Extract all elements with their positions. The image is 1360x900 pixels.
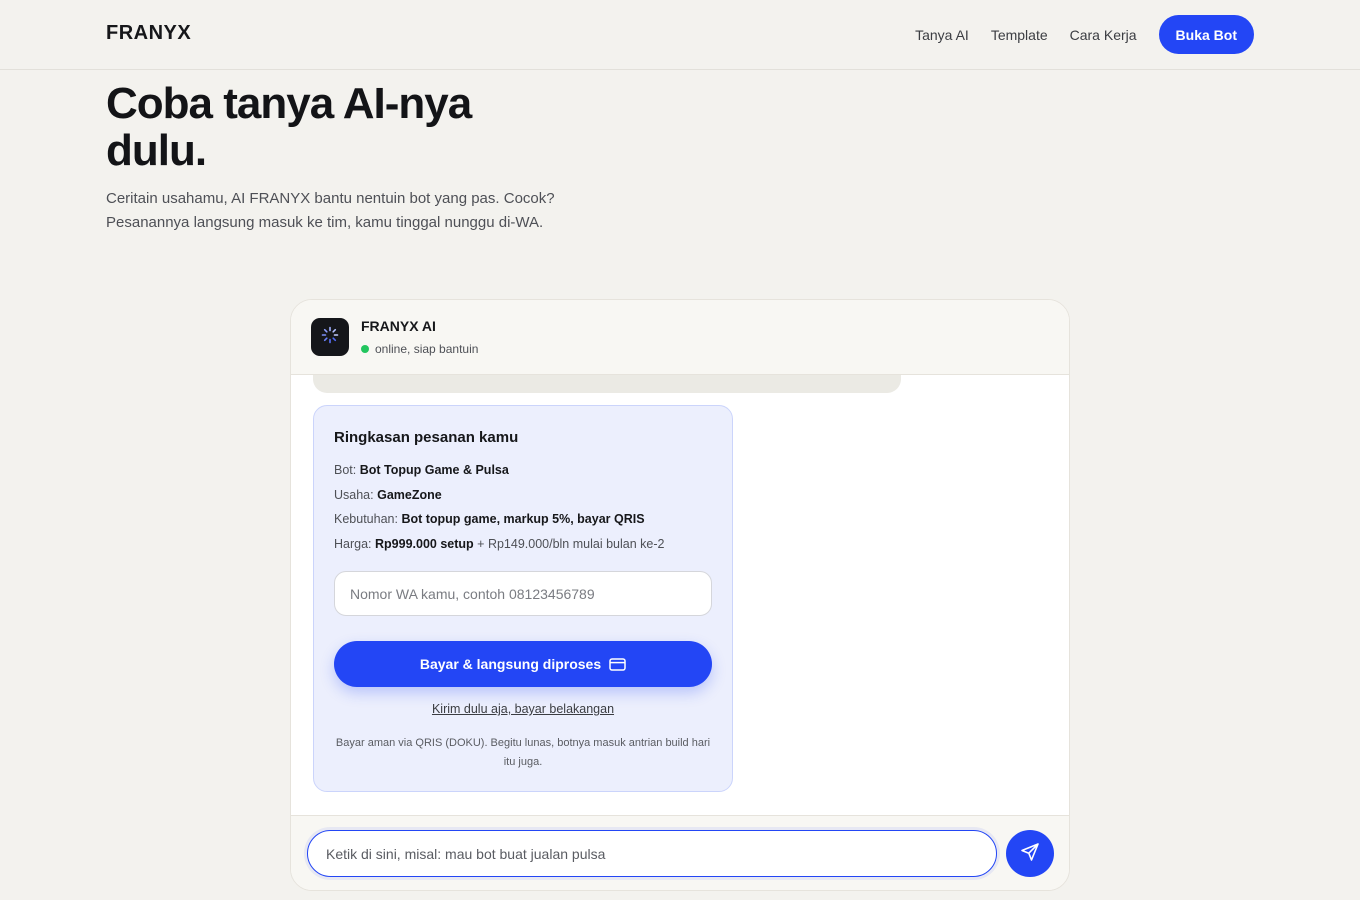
ai-message-bubble (313, 375, 901, 393)
order-value: Rp999.000 setup (375, 537, 474, 551)
chat-widget: FRANYX AI online, siap bantuin Ringkasan… (290, 299, 1070, 891)
chat-header: FRANYX AI online, siap bantuin (291, 300, 1069, 375)
hero-title: Coba tanya AI-nya dulu. (106, 79, 472, 175)
order-value: GameZone (377, 488, 442, 502)
order-value: Bot Topup Game & Pulsa (359, 463, 509, 477)
order-row-kebutuhan: Kebutuhan: Bot topup game, markup 5%, ba… (334, 512, 645, 526)
order-value: Bot topup game, markup 5%, bayar QRIS (401, 512, 645, 526)
nav-link-cara-kerja[interactable]: Cara Kerja (1070, 27, 1137, 43)
order-summary-title: Ringkasan pesanan kamu (334, 429, 519, 446)
chat-messages[interactable]: Ringkasan pesanan kamu Bot: Bot Topup Ga… (291, 375, 1069, 815)
send-button[interactable] (1006, 830, 1054, 877)
order-extra: + Rp149.000/bln mulai bulan ke-2 (477, 537, 665, 551)
whatsapp-number-input[interactable] (334, 571, 712, 616)
order-row-harga: Harga: Rp999.000 setup + Rp149.000/bln m… (334, 537, 664, 551)
main-nav: Tanya AI Template Cara Kerja Buka Bot (893, 15, 1254, 54)
brand-logo[interactable]: FRANYX (106, 22, 191, 45)
bot-name: FRANYX AI (361, 318, 436, 334)
pay-button-label: Bayar & langsung diproses (419, 656, 602, 672)
order-label: Bot: (334, 463, 357, 477)
send-pay-later-link[interactable]: Kirim dulu aja, bayar belakangan (314, 702, 732, 716)
payment-note: Bayar aman via QRIS (DOKU). Begitu lunas… (335, 737, 711, 768)
bot-status: online, siap bantuin (361, 342, 478, 356)
send-icon (1020, 842, 1040, 865)
nav-link-tanya-ai[interactable]: Tanya AI (915, 27, 969, 43)
spinner-icon (321, 326, 339, 349)
order-label: Usaha: (334, 488, 374, 502)
top-navbar: FRANYX Tanya AI Template Cara Kerja Buka… (0, 0, 1360, 70)
order-row-usaha: Usaha: GameZone (334, 488, 442, 502)
open-bot-button[interactable]: Buka Bot (1158, 15, 1254, 54)
order-summary-card: Ringkasan pesanan kamu Bot: Bot Topup Ga… (313, 405, 733, 792)
order-row-bot: Bot: Bot Topup Game & Pulsa (334, 463, 509, 477)
bot-status-text: online, siap bantuin (375, 342, 479, 356)
chat-message-input[interactable] (307, 830, 997, 877)
chat-composer (291, 815, 1069, 890)
card-icon (609, 657, 626, 671)
bot-avatar (311, 318, 349, 356)
order-label: Kebutuhan: (334, 512, 398, 526)
order-label: Harga: (334, 537, 372, 551)
hero-description: Ceritain usahamu, AI FRANYX bantu nentui… (106, 190, 555, 231)
online-indicator (361, 345, 369, 353)
nav-link-template[interactable]: Template (991, 27, 1048, 43)
pay-and-process-button[interactable]: Bayar & langsung diproses (334, 641, 712, 687)
